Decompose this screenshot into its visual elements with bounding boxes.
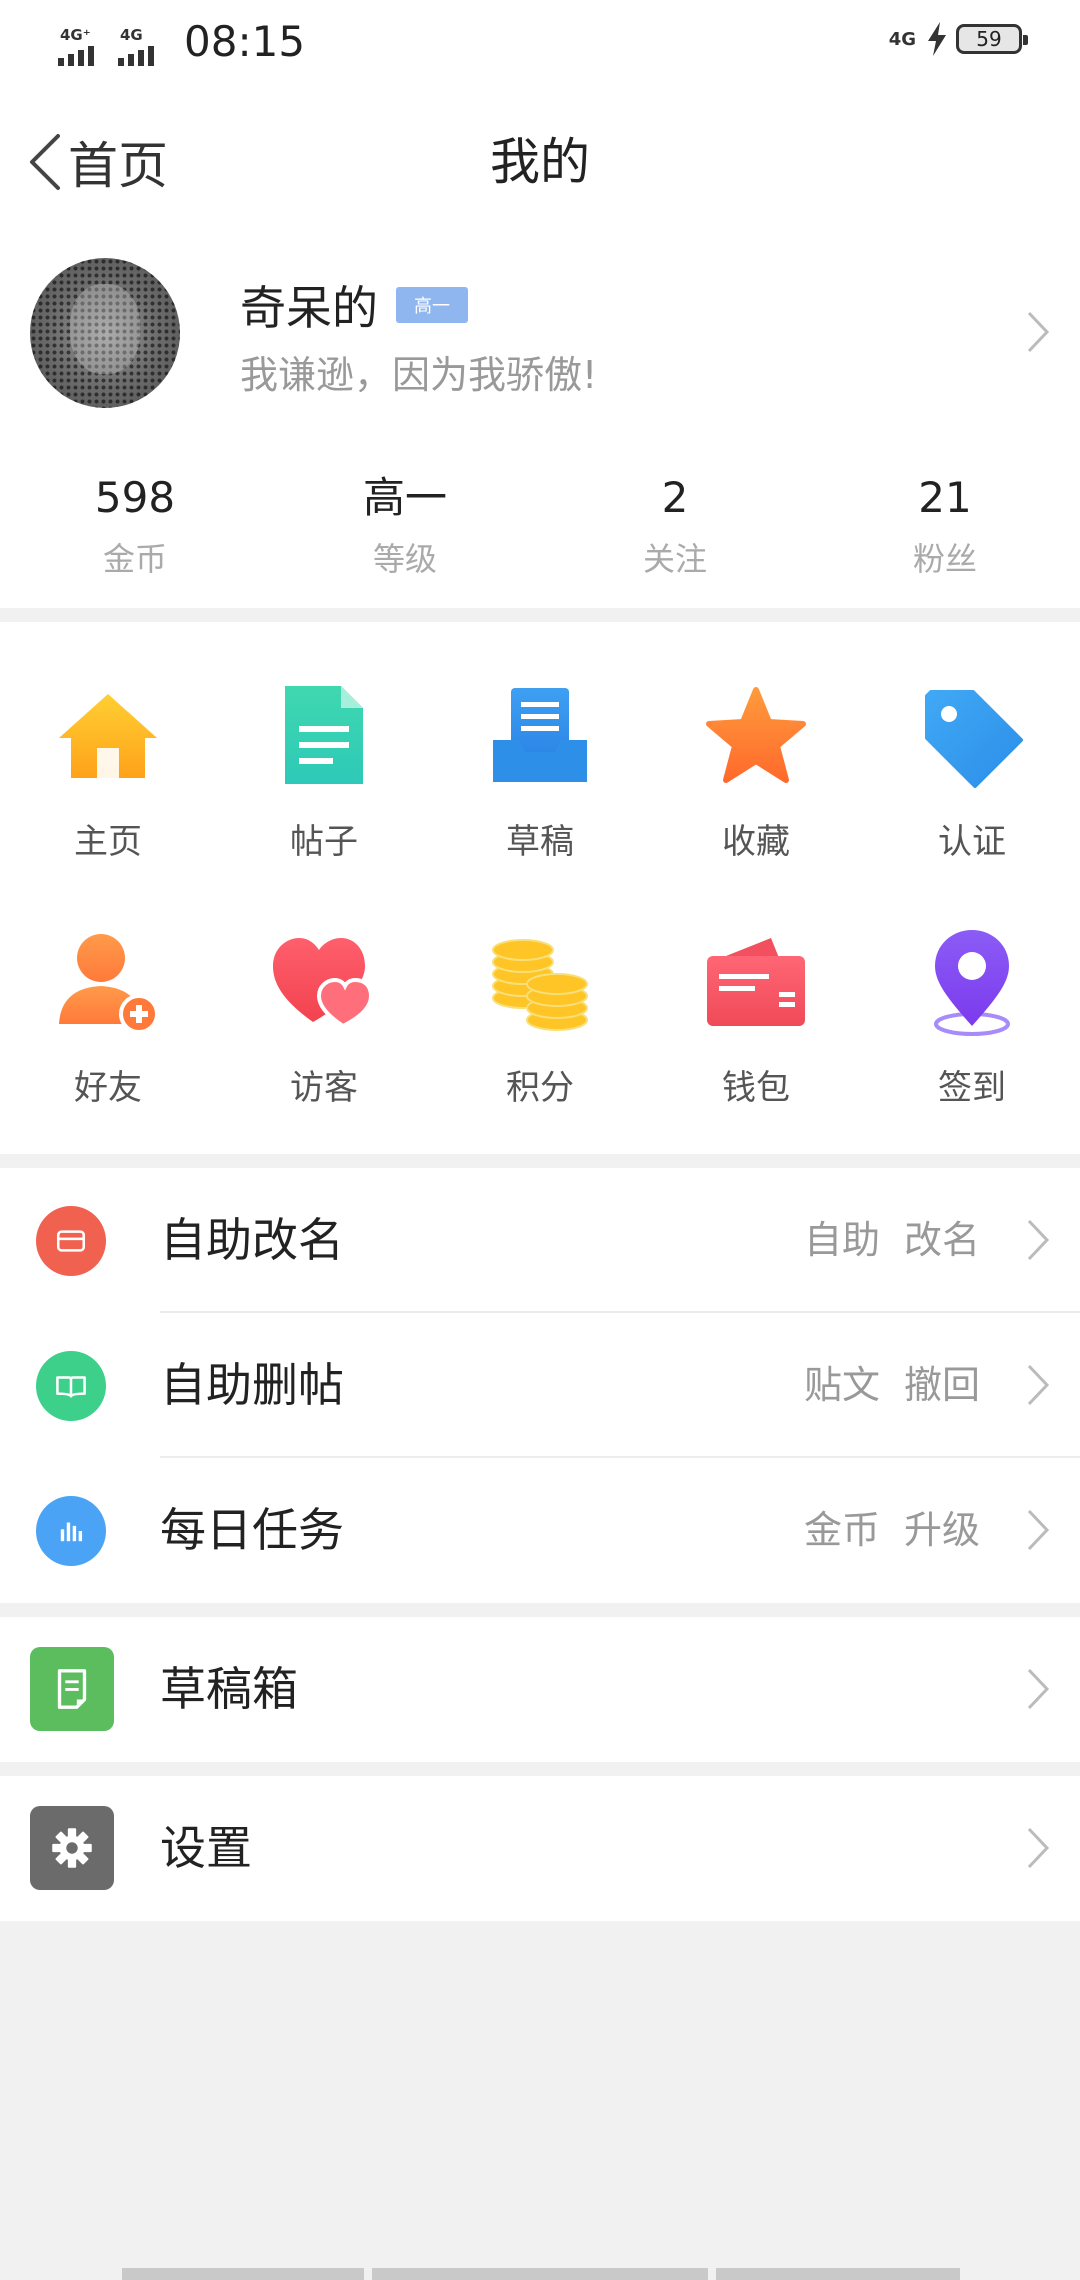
network-indicator: 4G [888,28,916,50]
grid-item-label: 签到 [938,1068,1006,1108]
chevron-right-icon [1027,1219,1050,1261]
bar-chart-icon [36,1496,106,1566]
tag-icon [917,682,1027,792]
grid-item-visitors[interactable]: 访客 [216,928,432,1109]
tag-text: 自助 [803,1218,880,1262]
tag-text: 撤回 [903,1363,980,1407]
settings-section: 设置 [0,1776,1080,1921]
grid-item-label: 收藏 [722,822,790,862]
home-icon [53,682,163,792]
grid-item-posts[interactable]: 帖子 [216,682,432,863]
clock: 08:15 [184,17,306,66]
gesture-bar-segment [372,2268,708,2280]
avatar[interactable] [30,258,180,408]
stat-value: 2 [661,473,689,522]
location-pin-icon [917,928,1027,1038]
profile-name-row: 奇呆的 高一 [240,272,468,338]
grid-item-points[interactable]: 积分 [432,928,648,1109]
list-item-title: 自助删帖 [160,1358,344,1412]
wallet-card-icon [36,1206,106,1276]
stats-bar: 598 金币 高一等级 2 关注 21 粉丝 [0,432,1080,608]
stat-label: 粉丝 [912,540,977,578]
chevron-right-icon [1027,1364,1050,1406]
tag-text: 升级 [903,1508,980,1552]
hearts-icon [269,928,379,1038]
list-item-delete-post[interactable]: 自助删帖 贴文 撤回 [0,1313,1080,1458]
draft-tray-icon [485,682,595,792]
add-friend-icon [53,928,163,1038]
battery-icon: 59 [956,24,1028,54]
charging-icon [928,22,946,56]
grid-item-label: 积分 [506,1068,574,1108]
grid-item-drafts[interactable]: 草稿 [432,682,648,863]
profile-name: 奇呆的 [240,281,378,335]
gear-icon [30,1806,114,1890]
chevron-right-icon [1027,1509,1050,1551]
stat-label: 金币 [102,540,167,578]
gesture-bar-segment [716,2268,960,2280]
grid-item-label: 帖子 [290,822,358,862]
stat-value: 598 [94,473,176,522]
list-item-daily-tasks[interactable]: 每日任务 金币 升级 [0,1458,1080,1603]
level-badge: 高一 [396,287,468,323]
grid-item-home[interactable]: 主页 [0,682,216,863]
tag-text: 金币 [803,1508,880,1552]
coins-icon [485,928,595,1038]
battery-level: 59 [976,27,1002,51]
chevron-right-icon [1027,1668,1050,1710]
drafts-box-section: 草稿箱 [0,1617,1080,1762]
stat-following[interactable]: 2 关注 [540,432,810,608]
star-icon [701,682,811,792]
grid-item-verify[interactable]: 认证 [864,682,1080,863]
wallet-icon [701,928,811,1038]
tag-text: 贴文 [803,1363,880,1407]
grid-item-friends[interactable]: 好友 [0,928,216,1109]
draft-box-icon [30,1647,114,1731]
grid-item-label: 钱包 [722,1068,790,1108]
profile-header[interactable]: 奇呆的 高一 我谦逊，因为我骄傲! [0,232,1080,432]
stat-fans[interactable]: 21 粉丝 [810,432,1080,608]
grid-item-checkin[interactable]: 签到 [864,928,1080,1109]
book-icon [36,1351,106,1421]
grid-item-label: 主页 [74,822,142,862]
page-title: 我的 [490,133,590,191]
list-item-title: 草稿箱 [160,1662,298,1716]
service-list: 自助改名 自助 改名 自助删帖 贴文 撤回 每日任务 金币 升级 [0,1168,1080,1603]
list-item-settings[interactable]: 设置 [0,1776,1080,1921]
signal-strength-icon-2: 4G [118,26,172,66]
stat-coins[interactable]: 598 金币 [0,432,270,608]
grid-item-label: 好友 [74,1068,142,1108]
grid-item-label: 认证 [938,822,1006,862]
list-item-drafts-box[interactable]: 草稿箱 [0,1617,1080,1762]
list-item-title: 自助改名 [160,1213,344,1267]
chevron-right-icon [1027,1827,1050,1869]
list-item-rename[interactable]: 自助改名 自助 改名 [0,1168,1080,1313]
status-bar: 4G⁺ 4G 08:15 4G 59 [0,0,1080,84]
list-item-tags: 贴文 撤回 [780,1313,980,1458]
navigation-bar: 首页 我的 [0,84,1080,232]
network-type-label: 4G⁺ [60,26,91,44]
list-item-title: 设置 [160,1821,252,1875]
stat-label: 等级 [372,540,437,578]
network-type-label-2: 4G [120,26,143,44]
profile-motto: 我谦逊，因为我骄傲! [240,353,598,397]
gesture-bar-segment [122,2268,364,2280]
tag-text: 改名 [903,1218,980,1262]
grid-item-favorites[interactable]: 收藏 [648,682,864,863]
list-item-title: 每日任务 [160,1503,344,1557]
stat-level[interactable]: 高一 等级 [270,432,540,608]
feature-grid: 主页 帖子 草稿 收藏 认证 好友 访客 积分 钱包 签到 [0,622,1080,1154]
list-item-tags: 自助 改名 [780,1168,980,1313]
list-item-tags: 金币 升级 [780,1458,980,1603]
stat-value: 高一 [362,473,447,522]
grid-item-label: 访客 [290,1068,358,1108]
stat-value: 21 [918,473,972,522]
chevron-right-icon [1027,311,1050,353]
signal-strength-icon: 4G⁺ [58,26,112,66]
grid-item-wallet[interactable]: 钱包 [648,928,864,1109]
grid-item-label: 草稿 [506,822,574,862]
document-icon [269,682,379,792]
stat-label: 关注 [642,540,707,578]
